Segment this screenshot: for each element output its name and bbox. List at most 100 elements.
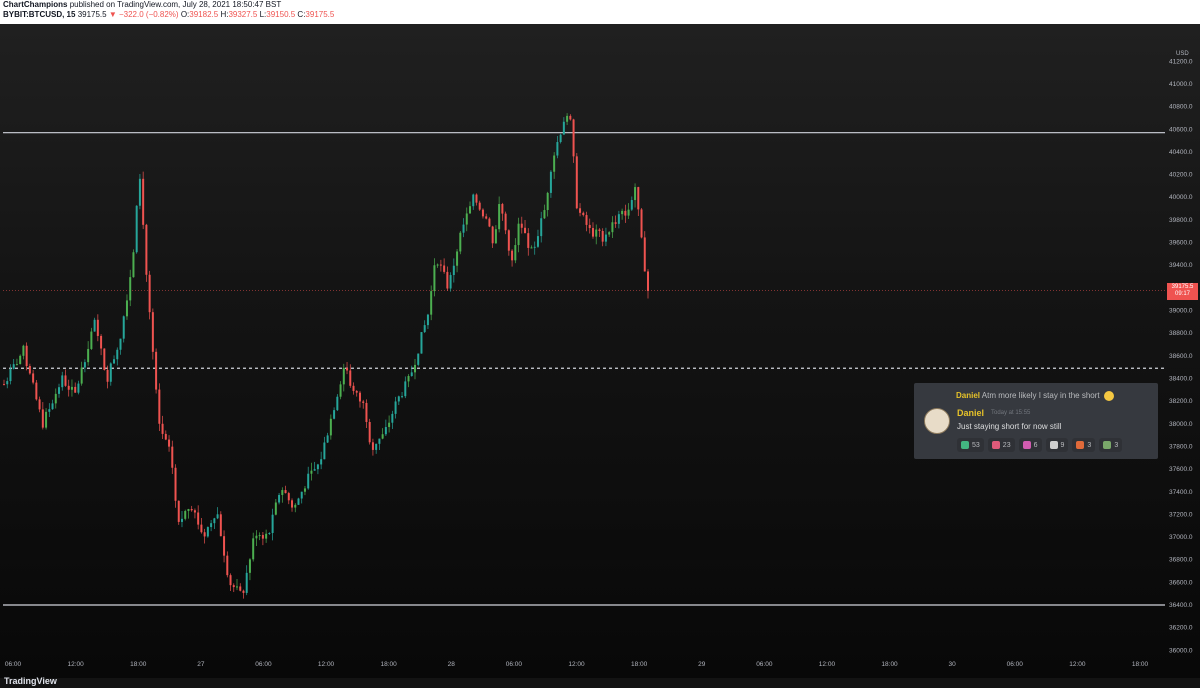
x-tick-label: 06:00	[1007, 661, 1024, 668]
y-tick-label: 38000.0	[1169, 421, 1193, 428]
candle-body	[426, 314, 429, 326]
candle-body	[556, 142, 559, 156]
reply-username: Daniel	[956, 391, 981, 401]
reply-text: Atm more likely I stay in the short	[981, 391, 1100, 401]
reaction-up-arrow[interactable]: 53	[957, 438, 984, 452]
candle-body	[180, 518, 183, 522]
candle-body	[83, 362, 86, 368]
y-tick-label: 40600.0	[1169, 126, 1193, 133]
candle-body	[588, 224, 591, 229]
candle-body	[643, 237, 646, 272]
candle-body	[216, 514, 219, 519]
candle-body	[559, 134, 562, 143]
candle-body	[109, 363, 112, 382]
candle-body	[333, 410, 336, 419]
candle-body	[439, 264, 442, 266]
candle-body	[168, 439, 171, 447]
reaction-rocket[interactable]: 3	[1072, 438, 1096, 452]
hammer-emoji-icon	[991, 441, 1000, 449]
candle-body	[206, 527, 209, 537]
candle-body	[32, 373, 35, 383]
reaction-goat[interactable]: 9	[1045, 438, 1069, 452]
candle-body	[637, 187, 640, 210]
candle-body	[129, 277, 132, 301]
candle-body	[601, 230, 604, 242]
candle-body	[404, 381, 407, 397]
candle-body	[203, 532, 206, 537]
candle-body	[142, 178, 145, 225]
candle-body	[291, 500, 294, 508]
candle-body	[417, 353, 420, 365]
candle-body	[316, 464, 319, 470]
x-tick-label: 12:00	[318, 661, 335, 668]
candle-body	[349, 370, 352, 386]
reaction-bottle[interactable]: 3	[1099, 438, 1123, 452]
candle-body	[284, 490, 287, 494]
reaction-gift[interactable]: 6	[1018, 438, 1042, 452]
reactions-bar: 53 23 6 9 3 3	[957, 438, 1123, 452]
candle-body	[436, 264, 439, 266]
candle-body	[48, 409, 51, 412]
y-tick-label: 38600.0	[1169, 353, 1193, 360]
candle-body	[498, 204, 501, 230]
candle-body	[391, 413, 394, 423]
last-price: 39175.5	[77, 10, 107, 19]
y-tick-label: 40000.0	[1169, 194, 1193, 201]
candle-body	[35, 382, 38, 400]
chart-header: ChartChampions published on TradingView.…	[0, 0, 1200, 24]
candle-body	[193, 510, 196, 513]
candle-body	[158, 389, 161, 424]
candle-body	[74, 386, 77, 393]
candle-body	[232, 585, 235, 588]
reaction-count: 3	[1114, 441, 1119, 449]
y-tick-label: 40800.0	[1169, 104, 1193, 111]
candle-body	[219, 514, 222, 537]
candle-body	[77, 383, 80, 393]
message-timestamp: Today at 15:55	[991, 410, 1031, 416]
y-tick-label: 37800.0	[1169, 443, 1193, 450]
candle-body	[371, 442, 374, 450]
candle-body	[423, 325, 426, 333]
candle-body	[320, 459, 323, 465]
candle-body	[22, 345, 25, 356]
candle-body	[96, 319, 99, 336]
candle-body	[621, 210, 624, 215]
candle-body	[339, 384, 342, 397]
candle-body	[287, 493, 290, 501]
bottle-emoji-icon	[1103, 441, 1112, 449]
candle-body	[375, 443, 378, 450]
x-tick-label: 06:00	[255, 661, 272, 668]
candle-body	[634, 187, 637, 201]
symbol-label: BYBIT:BTCUSD, 15	[3, 10, 76, 19]
candle-body	[485, 216, 488, 219]
candle-body	[582, 212, 585, 216]
candle-body	[407, 376, 410, 382]
candle-body	[368, 422, 371, 443]
publisher-name: ChartChampions	[3, 0, 68, 9]
candle-body	[388, 422, 391, 428]
candle-body	[164, 433, 167, 440]
y-tick-label: 40200.0	[1169, 172, 1193, 179]
chart-area[interactable]: 41200.0 41000.0 40800.0 40600.0 40400.0 40200…	[0, 24, 1200, 678]
reaction-count: 53	[972, 441, 980, 449]
close-value: 39175.5	[305, 10, 335, 19]
candle-body	[553, 155, 556, 172]
candle-body	[184, 511, 187, 519]
candle-body	[278, 494, 281, 503]
candle-body	[226, 555, 229, 576]
candle-body	[310, 470, 313, 474]
reaction-hammer[interactable]: 23	[987, 438, 1015, 452]
x-tick-label: 12:00	[1069, 661, 1086, 668]
candle-body	[514, 245, 517, 261]
candle-body	[507, 230, 510, 251]
candle-body	[125, 300, 128, 317]
avatar[interactable]	[924, 408, 950, 434]
message-username[interactable]: Daniel	[957, 408, 984, 418]
publish-text: published on TradingView.com, July 28, 2…	[69, 0, 282, 9]
candle-body	[45, 411, 48, 428]
reply-preview[interactable]: Daniel Atm more likely I stay in the sho…	[956, 391, 1114, 401]
candle-body	[70, 386, 73, 390]
candle-body	[595, 229, 598, 237]
candlestick-chart[interactable]: 41200.0 41000.0 40800.0 40600.0 40400.0 40200…	[0, 24, 1200, 678]
candle-body	[491, 226, 494, 244]
